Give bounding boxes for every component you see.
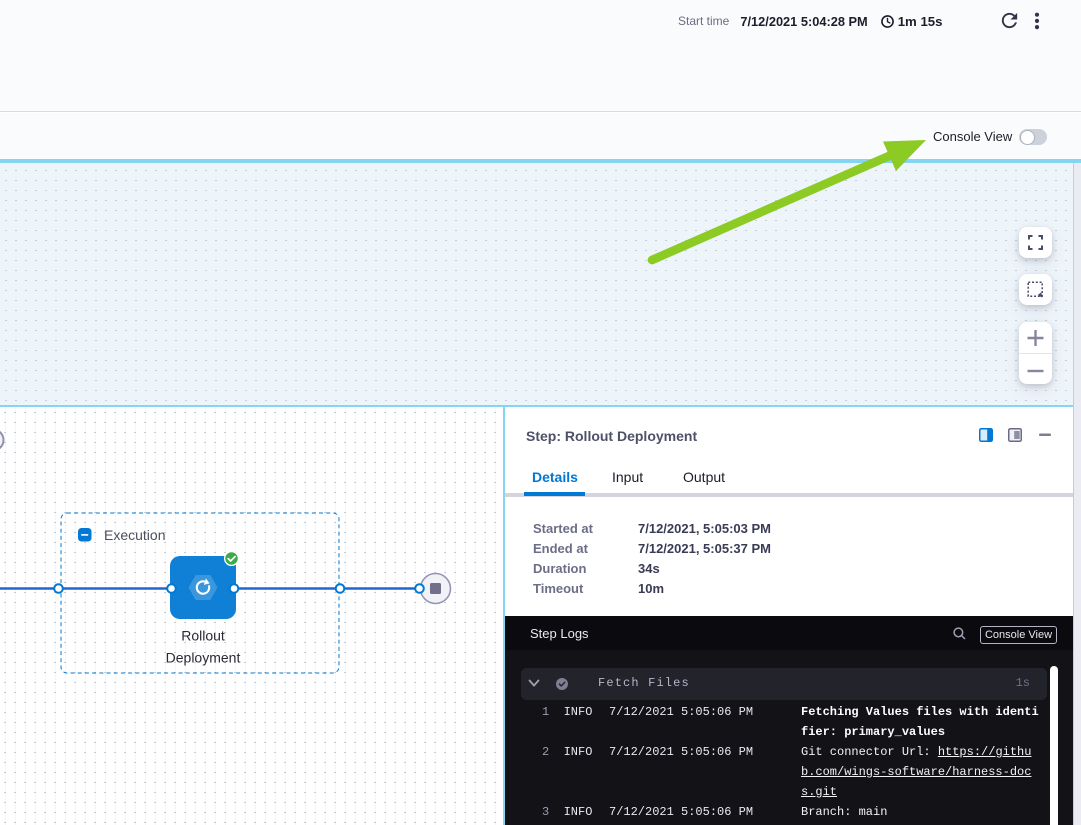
svg-text:Deployment: Deployment xyxy=(166,650,241,666)
svg-text:Execution: Execution xyxy=(104,527,165,543)
svg-text:Rollout: Rollout xyxy=(181,628,225,644)
